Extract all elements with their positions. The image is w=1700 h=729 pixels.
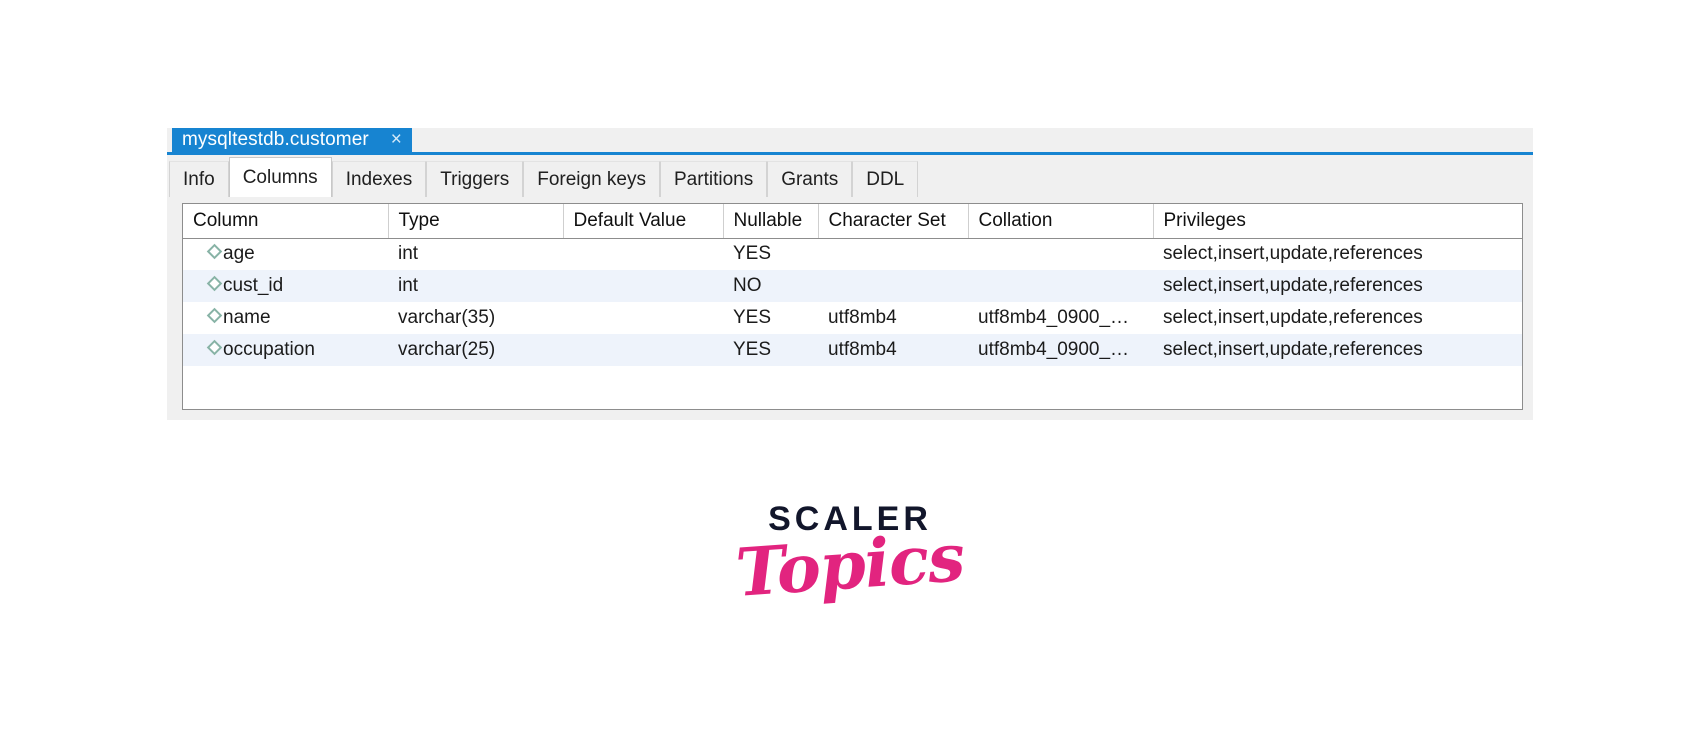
cell-column: cust_id bbox=[183, 270, 388, 302]
tab-grants[interactable]: Grants bbox=[767, 161, 853, 197]
table-header-row: Column Type Default Value Nullable Chara… bbox=[183, 204, 1522, 239]
cell-type: int bbox=[388, 270, 563, 302]
column-header-type[interactable]: Type bbox=[388, 204, 564, 239]
tab-columns-label: Columns bbox=[242, 166, 318, 188]
document-tab-label: mysqltestdb.customer bbox=[182, 129, 369, 150]
column-header-nullable[interactable]: Nullable bbox=[723, 204, 819, 239]
table-row[interactable]: occupation varchar(25) YES utf8mb4 utf8m… bbox=[183, 334, 1522, 366]
cell-column: occupation bbox=[183, 334, 388, 366]
cell-column-label: name bbox=[223, 307, 271, 328]
cell-column-label: cust_id bbox=[223, 275, 284, 296]
column-header-collation[interactable]: Collation bbox=[968, 204, 1154, 239]
tab-foreign-keys-label: Foreign keys bbox=[537, 168, 646, 190]
cell-nullable: YES bbox=[723, 302, 818, 334]
tab-foreign-keys[interactable]: Foreign keys bbox=[523, 161, 660, 197]
cell-character-set: utf8mb4 bbox=[818, 302, 968, 334]
tab-ddl[interactable]: DDL bbox=[852, 161, 919, 197]
cell-character-set bbox=[818, 238, 968, 270]
cell-default-value bbox=[563, 302, 723, 334]
cell-character-set: utf8mb4 bbox=[818, 334, 968, 366]
tab-indexes-label: Indexes bbox=[345, 168, 413, 190]
tab-columns[interactable]: Columns bbox=[228, 157, 332, 197]
column-header-privileges[interactable]: Privileges bbox=[1153, 204, 1522, 239]
cell-default-value bbox=[563, 334, 723, 366]
cell-default-value bbox=[563, 270, 723, 302]
diamond-icon bbox=[206, 339, 223, 356]
tab-triggers[interactable]: Triggers bbox=[426, 161, 524, 197]
tab-partitions-label: Partitions bbox=[674, 168, 754, 190]
cell-privileges: select,insert,update,references bbox=[1153, 302, 1522, 334]
tab-partitions[interactable]: Partitions bbox=[660, 161, 768, 197]
cell-nullable: NO bbox=[723, 270, 818, 302]
diamond-icon bbox=[206, 307, 223, 324]
table-editor-window: mysqltestdb.customer × Info Columns Inde… bbox=[167, 128, 1533, 420]
table-row[interactable]: age int YES select,insert,update,referen… bbox=[183, 238, 1522, 270]
cell-column-label: age bbox=[223, 243, 255, 265]
tab-ddl-label: DDL bbox=[866, 168, 905, 190]
editor-subtab-bar: Info Columns Indexes Triggers Foreign ke… bbox=[167, 152, 1533, 197]
cell-type: int bbox=[388, 238, 563, 270]
cell-default-value bbox=[563, 238, 723, 270]
tab-info-label: Info bbox=[183, 168, 215, 190]
cell-character-set bbox=[818, 270, 968, 302]
column-header-column[interactable]: Column bbox=[183, 204, 389, 239]
table-row[interactable]: cust_id int NO select,insert,update,refe… bbox=[183, 270, 1522, 302]
document-tab-mysqltestdb-customer[interactable]: mysqltestdb.customer × bbox=[172, 128, 412, 152]
cell-collation: utf8mb4_0900_… bbox=[968, 302, 1153, 334]
diamond-icon bbox=[206, 275, 223, 292]
cell-privileges: select,insert,update,references bbox=[1153, 238, 1522, 270]
columns-grid[interactable]: Column Type Default Value Nullable Chara… bbox=[182, 203, 1523, 410]
tab-info[interactable]: Info bbox=[169, 161, 229, 197]
column-header-default-value[interactable]: Default Value bbox=[563, 204, 724, 239]
table-row[interactable]: name varchar(35) YES utf8mb4 utf8mb4_090… bbox=[183, 302, 1522, 334]
cell-type: varchar(25) bbox=[388, 334, 563, 366]
cell-type: varchar(35) bbox=[388, 302, 563, 334]
cell-privileges: select,insert,update,references bbox=[1153, 334, 1522, 366]
columns-grid-area: Column Type Default Value Nullable Chara… bbox=[167, 197, 1533, 420]
tab-grants-label: Grants bbox=[781, 168, 839, 190]
close-icon[interactable]: × bbox=[391, 129, 402, 150]
tab-indexes[interactable]: Indexes bbox=[331, 161, 427, 197]
columns-table: Column Type Default Value Nullable Chara… bbox=[183, 204, 1522, 366]
diamond-icon bbox=[206, 243, 223, 260]
cell-collation: utf8mb4_0900_… bbox=[968, 334, 1153, 366]
cell-collation bbox=[968, 238, 1153, 270]
document-tab-strip: mysqltestdb.customer × bbox=[167, 128, 1533, 152]
cell-privileges: select,insert,update,references bbox=[1153, 270, 1522, 302]
tab-triggers-label: Triggers bbox=[440, 168, 510, 190]
cell-column: name bbox=[183, 302, 388, 334]
cell-nullable: YES bbox=[723, 238, 818, 270]
cell-nullable: YES bbox=[723, 334, 818, 366]
scaler-topics-logo: SCALER Topics bbox=[0, 500, 1700, 612]
cell-collation bbox=[968, 270, 1153, 302]
column-header-character-set[interactable]: Character Set bbox=[818, 204, 969, 239]
cell-column-label: occupation bbox=[223, 339, 315, 360]
cell-column: age bbox=[183, 238, 388, 270]
